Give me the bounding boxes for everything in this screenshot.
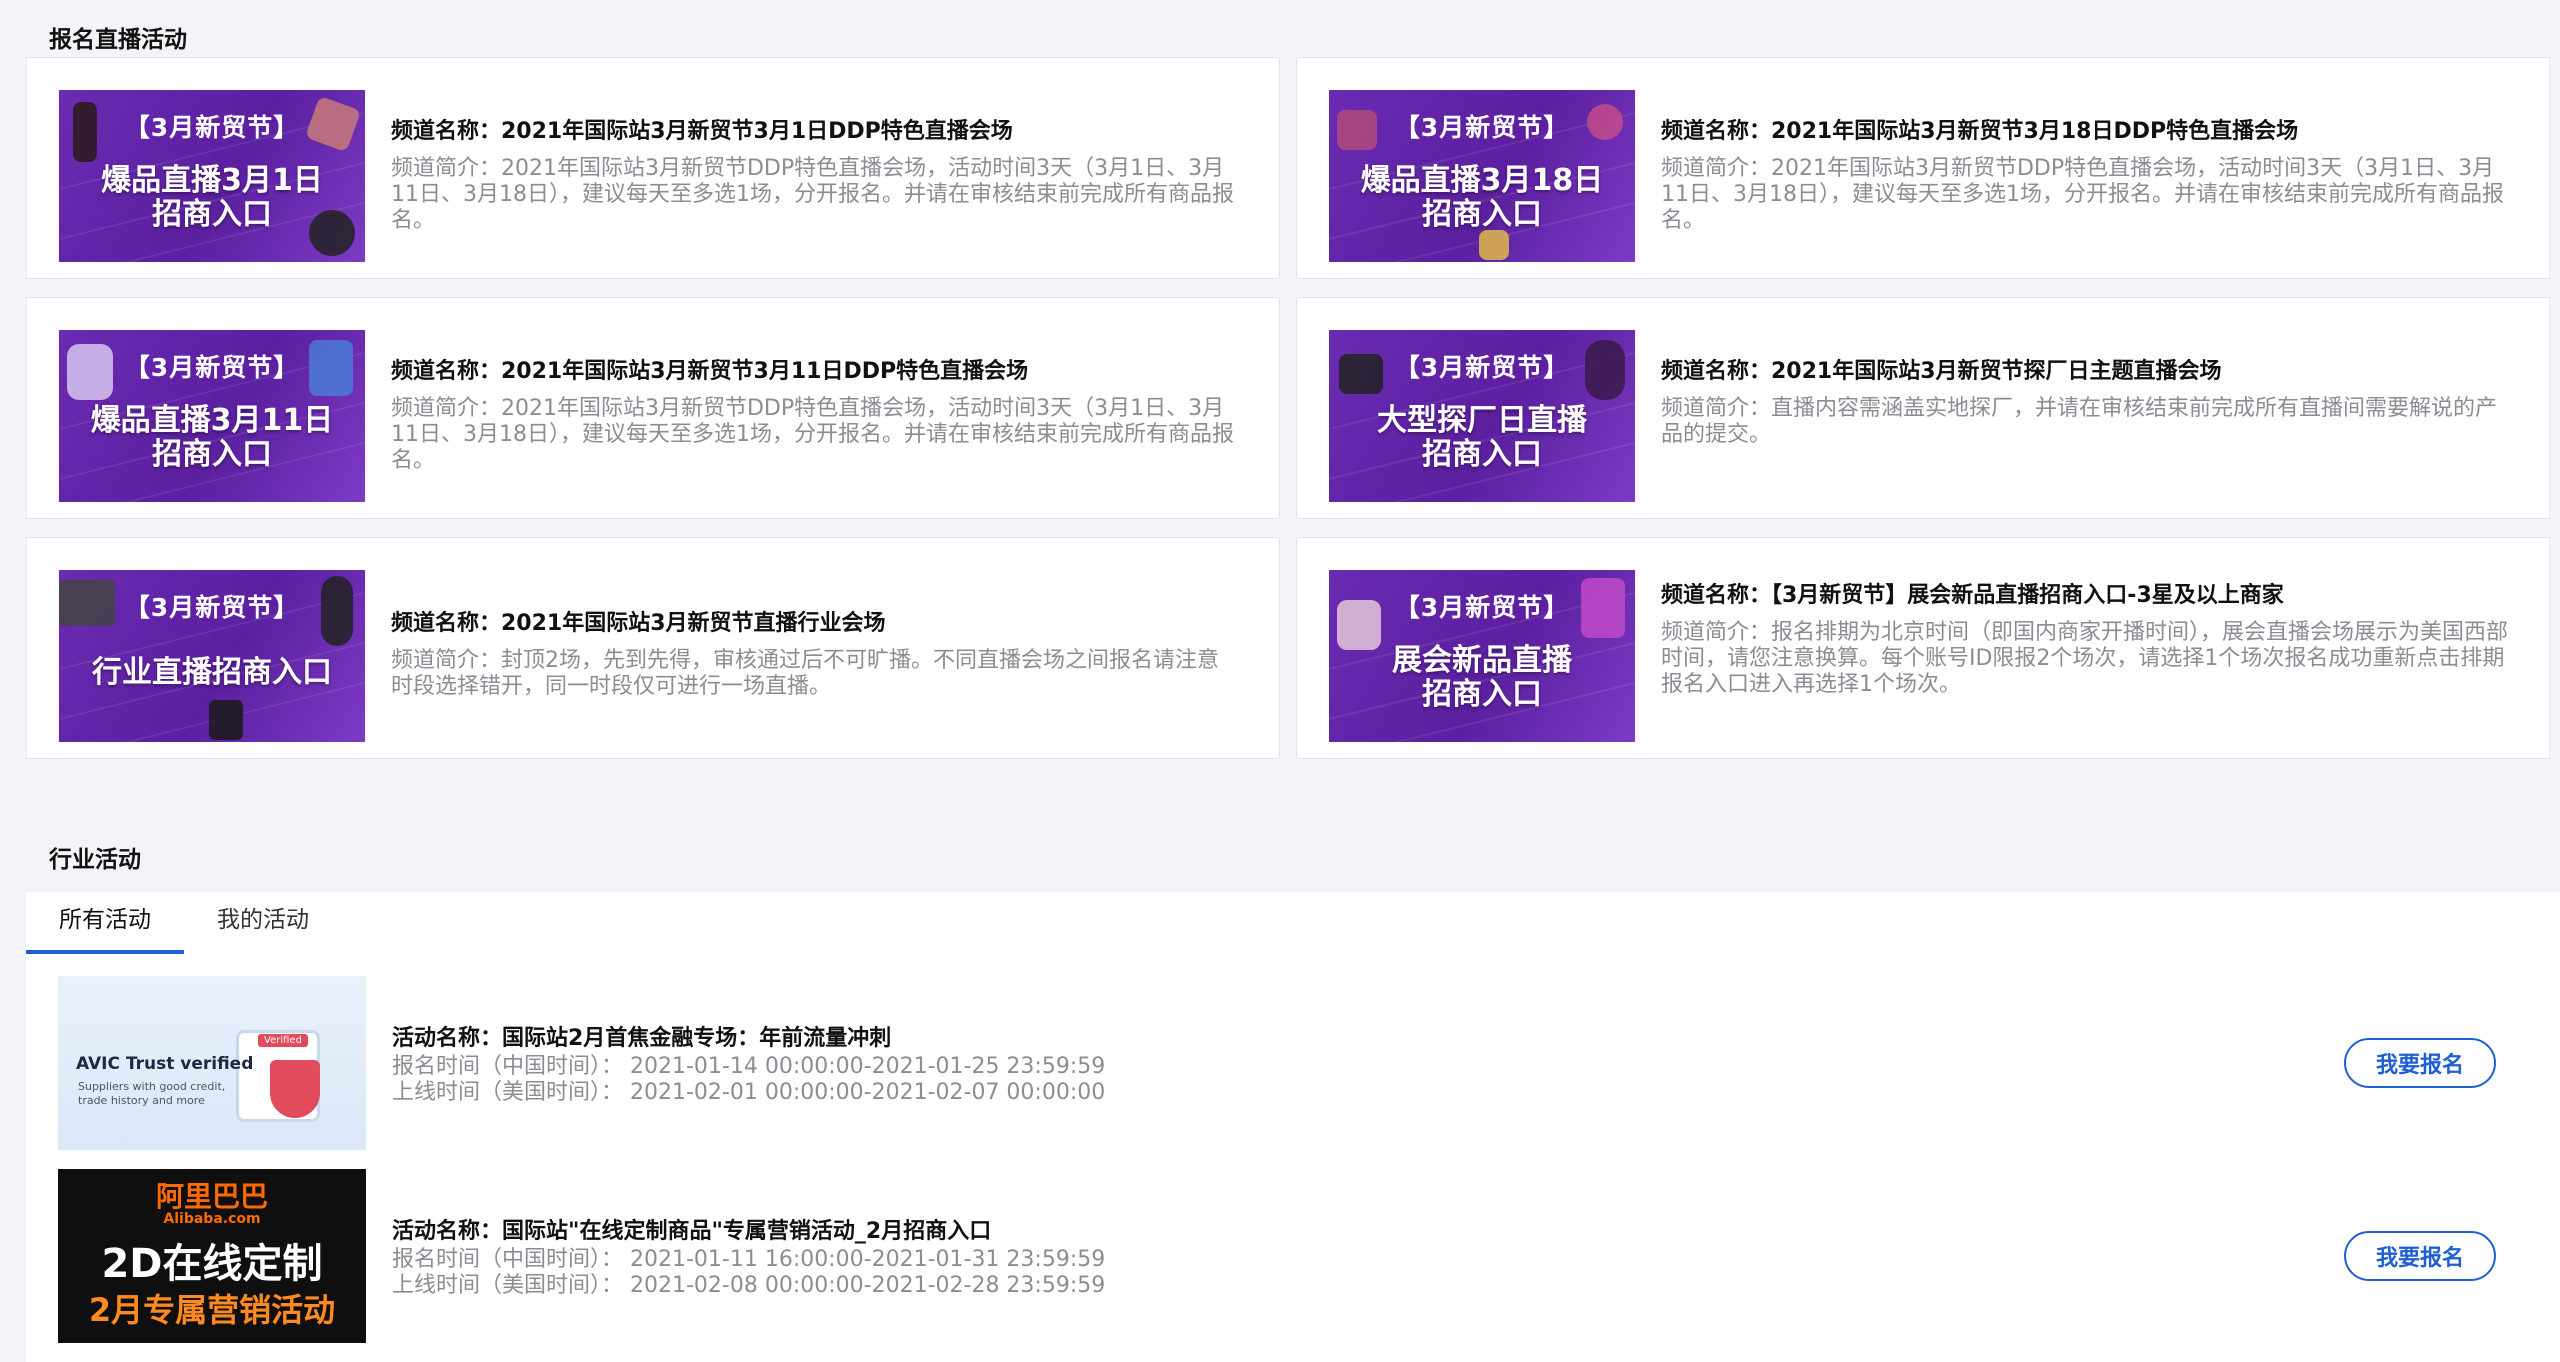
- thumbnail-subheadline: 2月专属营销活动: [88, 1291, 336, 1329]
- channel-thumbnail: 【3月新贸节】 展会新品直播 招商入口: [1329, 570, 1635, 742]
- live-channel-card-5[interactable]: 【3月新贸节】 行业直播招商入口 频道名称：2021年国际站3月新贸节直播行业会…: [26, 537, 1280, 759]
- activity-row: 阿里巴巴 Alibaba.com 2D在线定制 2月专属营销活动 活动名称：国际…: [58, 1169, 2560, 1343]
- signup-button[interactable]: 我要报名: [2344, 1038, 2496, 1088]
- tab-my-activities[interactable]: 我的活动: [184, 892, 342, 954]
- channel-name[interactable]: 频道名称：2021年国际站3月新贸节3月18日DDP特色直播会场: [1661, 118, 2509, 146]
- channel-thumbnail: 【3月新贸节】 大型探厂日直播 招商入口: [1329, 330, 1635, 502]
- verified-badge-icon: [270, 1060, 320, 1118]
- channel-description: 频道简介：封顶2场，先到先得，审核通过后不可旷播。不同直播会场之间报名请注意时段…: [391, 648, 1219, 699]
- signup-time: 报名时间（中国时间）： 2021-01-14 00:00:00-2021-01-…: [392, 1054, 1106, 1079]
- channel-thumbnail: 【3月新贸节】 爆品直播3月11日 招商入口: [59, 330, 365, 502]
- online-time: 上线时间（美国时间）： 2021-02-01 00:00:00-2021-02-…: [392, 1080, 1106, 1105]
- channel-description: 频道简介：2021年国际站3月新贸节DDP特色直播会场，活动时间3天（3月1日、…: [1661, 156, 2504, 233]
- thumbnail-subtitle: Suppliers with good credit, trade histor…: [78, 1080, 226, 1107]
- channel-name[interactable]: 频道名称：2021年国际站3月新贸节探厂日主题直播会场: [1661, 358, 2509, 386]
- thumbnail-headline: 展会新品直播 招商入口: [1392, 643, 1572, 712]
- channel-name[interactable]: 频道名称：2021年国际站3月新贸节3月11日DDP特色直播会场: [391, 358, 1239, 386]
- live-section-title: 报名直播活动: [49, 27, 187, 53]
- activity-tabs: 所有活动 我的活动: [26, 892, 342, 954]
- industry-activities-panel: 所有活动 我的活动 Verified AVIC Trust verified S…: [26, 892, 2560, 1362]
- activity-row: Verified AVIC Trust verified Suppliers w…: [58, 976, 2560, 1150]
- thumbnail-tag: 【3月新贸节】: [124, 113, 300, 142]
- channel-description: 频道简介：直播内容需涵盖实地探厂，并请在审核结束前完成所有直播间需要解说的产品的…: [1661, 396, 2498, 447]
- thumbnail-title: AVIC Trust verified: [76, 1054, 254, 1074]
- activity-thumbnail: Verified AVIC Trust verified Suppliers w…: [58, 976, 366, 1150]
- thumbnail-headline: 爆品直播3月11日 招商入口: [90, 403, 334, 472]
- thumbnail-headline: 爆品直播3月1日 招商入口: [101, 163, 323, 232]
- activity-thumbnail: 阿里巴巴 Alibaba.com 2D在线定制 2月专属营销活动: [58, 1169, 366, 1343]
- live-channel-card-2[interactable]: 【3月新贸节】 爆品直播3月18日 招商入口 频道名称：2021年国际站3月新贸…: [1296, 57, 2550, 279]
- thumbnail-headline: 大型探厂日直播 招商入口: [1377, 403, 1587, 472]
- thumbnail-tag: 【3月新贸节】: [1394, 353, 1570, 382]
- thumbnail-headline: 2D在线定制: [101, 1241, 323, 1287]
- logo-cn: 阿里巴巴: [155, 1180, 268, 1213]
- live-channel-card-1[interactable]: 【3月新贸节】 爆品直播3月1日 招商入口 频道名称：2021年国际站3月新贸节…: [26, 57, 1280, 279]
- online-time: 上线时间（美国时间）： 2021-02-08 00:00:00-2021-02-…: [392, 1273, 1106, 1298]
- channel-name[interactable]: 频道名称：2021年国际站3月新贸节3月1日DDP特色直播会场: [391, 118, 1239, 146]
- activity-name: 活动名称：国际站2月首焦金融专场：年前流量冲刺: [392, 1026, 892, 1051]
- channel-description: 频道简介：2021年国际站3月新贸节DDP特色直播会场，活动时间3天（3月1日、…: [391, 396, 1234, 473]
- channel-name[interactable]: 频道名称：2021年国际站3月新贸节直播行业会场: [391, 610, 1239, 638]
- signup-button[interactable]: 我要报名: [2344, 1231, 2496, 1281]
- channel-thumbnail: 【3月新贸节】 爆品直播3月18日 招商入口: [1329, 90, 1635, 262]
- live-channel-card-3[interactable]: 【3月新贸节】 爆品直播3月11日 招商入口 频道名称：2021年国际站3月新贸…: [26, 297, 1280, 519]
- thumbnail-tag: 【3月新贸节】: [1394, 593, 1570, 622]
- thumbnail-headline: 行业直播招商入口: [92, 655, 332, 690]
- verified-tag: Verified: [258, 1034, 308, 1047]
- alibaba-logo: 阿里巴巴 Alibaba.com: [58, 1175, 366, 1227]
- live-channel-card-6[interactable]: 【3月新贸节】 展会新品直播 招商入口 频道名称：【3月新贸节】展会新品直播招商…: [1296, 537, 2550, 759]
- channel-name[interactable]: 频道名称：【3月新贸节】展会新品直播招商入口-3星及以上商家: [1661, 582, 2509, 610]
- live-channel-card-4[interactable]: 【3月新贸节】 大型探厂日直播 招商入口 频道名称：2021年国际站3月新贸节探…: [1296, 297, 2550, 519]
- thumbnail-headline: 爆品直播3月18日 招商入口: [1360, 163, 1604, 232]
- thumbnail-tag: 【3月新贸节】: [124, 593, 300, 622]
- activity-name: 活动名称：国际站"在线定制商品"专属营销活动_2月招商入口: [392, 1219, 992, 1244]
- industry-section-title: 行业活动: [49, 847, 141, 873]
- channel-description: 频道简介：报名排期为北京时间（即国内商家开播时间），展会直播会场展示为美国西部时…: [1661, 620, 2509, 697]
- logo-en: Alibaba.com: [163, 1211, 261, 1227]
- channel-description: 频道简介：2021年国际站3月新贸节DDP特色直播会场，活动时间3天（3月1日、…: [391, 156, 1234, 233]
- channel-thumbnail: 【3月新贸节】 行业直播招商入口: [59, 570, 365, 742]
- signup-time: 报名时间（中国时间）： 2021-01-11 16:00:00-2021-01-…: [392, 1247, 1106, 1272]
- thumbnail-tag: 【3月新贸节】: [124, 353, 300, 382]
- thumbnail-tag: 【3月新贸节】: [1394, 113, 1570, 142]
- tab-all-activities[interactable]: 所有活动: [26, 892, 184, 954]
- channel-thumbnail: 【3月新贸节】 爆品直播3月1日 招商入口: [59, 90, 365, 262]
